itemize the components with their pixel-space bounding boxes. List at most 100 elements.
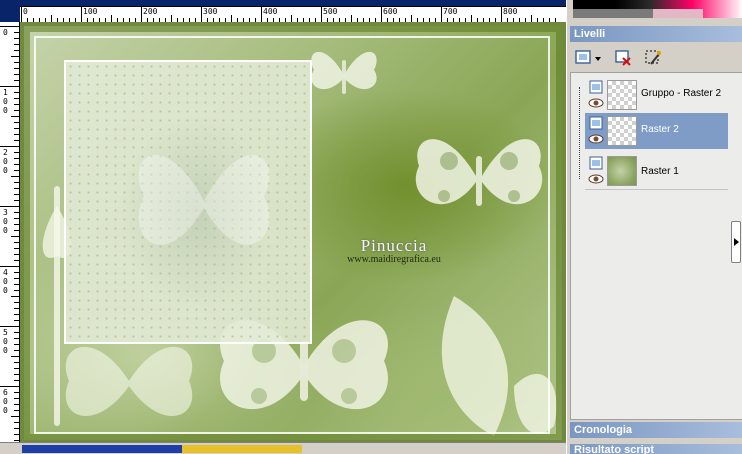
watermark-url: www.maidiregrafica.eu	[347, 254, 441, 265]
image-canvas[interactable]: Pinuccia www.maidiregrafica.eu	[20, 22, 566, 442]
ruler-minor-tick	[14, 254, 19, 255]
horizontal-ruler: 0 100 200 300 400 500 600 700 800	[0, 0, 566, 22]
horizontal-scrollbar[interactable]	[0, 442, 566, 454]
history-panel-title[interactable]: Cronologia	[570, 422, 742, 438]
ruler-minor-tick	[291, 15, 292, 22]
ruler-label: 0	[3, 28, 8, 37]
ruler-minor-tick	[14, 68, 19, 69]
ruler-major-tick	[0, 146, 19, 147]
ruler-label: 0	[3, 286, 8, 295]
layers-toolbar	[570, 42, 742, 72]
ruler-minor-tick	[14, 158, 19, 159]
ruler-minor-tick	[531, 15, 532, 22]
ruler-minor-tick	[171, 15, 172, 22]
material-color-palette[interactable]	[573, 0, 742, 18]
ruler-label: 300	[203, 7, 218, 16]
new-layer-button[interactable]	[572, 47, 606, 67]
ruler-minor-tick	[14, 140, 19, 141]
ruler-minor-tick	[51, 15, 52, 22]
layer-row[interactable]: Gruppo - Raster 2	[585, 77, 728, 113]
ruler-label: 0	[3, 226, 8, 235]
ruler-minor-tick	[231, 15, 232, 22]
ruler-label: 700	[443, 7, 458, 16]
ruler-minor-tick	[14, 218, 19, 219]
layer-thumbnail	[607, 156, 637, 186]
ruler-minor-tick	[14, 338, 19, 339]
layers-list: Gruppo - Raster 2 Raster 2 Raster 1	[570, 72, 742, 420]
ruler-minor-tick	[14, 260, 19, 261]
ruler-major-tick	[441, 7, 442, 22]
ruler-major-tick	[0, 206, 19, 207]
ruler-minor-tick	[14, 302, 19, 303]
ruler-label: 0	[3, 157, 8, 166]
mask-button[interactable]	[642, 47, 664, 67]
ruler-minor-tick	[14, 74, 19, 75]
ruler-label: 0	[3, 337, 8, 346]
palette-pink-swatch[interactable]	[653, 9, 703, 18]
horizontal-ruler-scale: 0 100 200 300 400 500 600 700 800	[20, 6, 566, 22]
ruler-minor-tick	[14, 230, 19, 231]
ruler-major-tick	[381, 7, 382, 22]
ruler-label: 0	[3, 406, 8, 415]
layer-row[interactable]: Raster 1	[585, 153, 728, 189]
ruler-label: 0	[3, 346, 8, 355]
ruler-label: 800	[503, 7, 518, 16]
panel-expand-arrow[interactable]	[731, 221, 741, 263]
script-output-panel-title[interactable]: Risultato script	[570, 444, 742, 454]
ruler-minor-tick	[14, 38, 19, 39]
ruler-minor-tick	[14, 182, 19, 183]
scrollbar-thumb[interactable]	[182, 445, 302, 453]
layer-thumbnail	[607, 80, 637, 110]
ruler-minor-tick	[14, 110, 19, 111]
ruler-major-tick	[0, 86, 19, 87]
ruler-minor-tick	[14, 104, 19, 105]
app-window: 0 100 200 300 400 500 600 700 800 01002003004005…	[0, 0, 742, 454]
watermark-name: Pinuccia	[360, 236, 428, 255]
eye-icon[interactable]	[588, 134, 604, 144]
eye-icon[interactable]	[588, 98, 604, 108]
eye-icon[interactable]	[588, 174, 604, 184]
ruler-minor-tick	[11, 416, 19, 417]
ruler-minor-tick	[14, 134, 19, 135]
ruler-label: 400	[263, 7, 278, 16]
mask-icon	[645, 50, 661, 65]
ruler-minor-tick	[14, 152, 19, 153]
canvas-image: Pinuccia www.maidiregrafica.eu	[24, 26, 562, 440]
layer-name: Raster 2	[641, 124, 679, 135]
ruler-minor-tick	[11, 296, 19, 297]
ruler-minor-tick	[14, 128, 19, 129]
watermark: Pinuccia www.maidiregrafica.eu	[324, 236, 464, 265]
layer-type-icon	[589, 156, 603, 170]
palette-gray-swatch[interactable]	[573, 9, 653, 18]
ruler-minor-tick	[14, 188, 19, 189]
delete-layer-button[interactable]	[612, 47, 634, 67]
ruler-minor-tick	[14, 122, 19, 123]
ruler-minor-tick	[14, 80, 19, 81]
ruler-minor-tick	[14, 368, 19, 369]
ruler-minor-tick	[14, 320, 19, 321]
layers-panel-title[interactable]: Livelli	[570, 26, 742, 42]
ruler-label: 0	[3, 277, 8, 286]
ruler-minor-tick	[11, 356, 19, 357]
ruler-label: 3	[3, 208, 8, 217]
ruler-minor-tick	[14, 50, 19, 51]
ruler-minor-tick	[11, 176, 19, 177]
ruler-major-tick	[21, 7, 22, 22]
ruler-label: 6	[3, 388, 8, 397]
ruler-label: 0	[3, 397, 8, 406]
ruler-minor-tick	[14, 248, 19, 249]
ruler-label: 0	[23, 7, 28, 16]
side-panel: Livelli Gruppo - Raster 2 Raster 2 Raste…	[566, 0, 742, 454]
ruler-label: 0	[3, 97, 8, 106]
layer-type-icon	[589, 116, 603, 130]
scrollbar-track-fill	[22, 445, 182, 453]
ruler-minor-tick	[14, 380, 19, 381]
ruler-minor-tick	[14, 314, 19, 315]
ruler-minor-tick	[14, 434, 19, 435]
layer-row-selected[interactable]: Raster 2	[585, 113, 728, 149]
ruler-label: 4	[3, 268, 8, 277]
ruler-minor-tick	[14, 272, 19, 273]
ruler-label: 1	[3, 88, 8, 97]
ruler-minor-tick	[14, 398, 19, 399]
layer-name: Gruppo - Raster 2	[641, 88, 722, 99]
